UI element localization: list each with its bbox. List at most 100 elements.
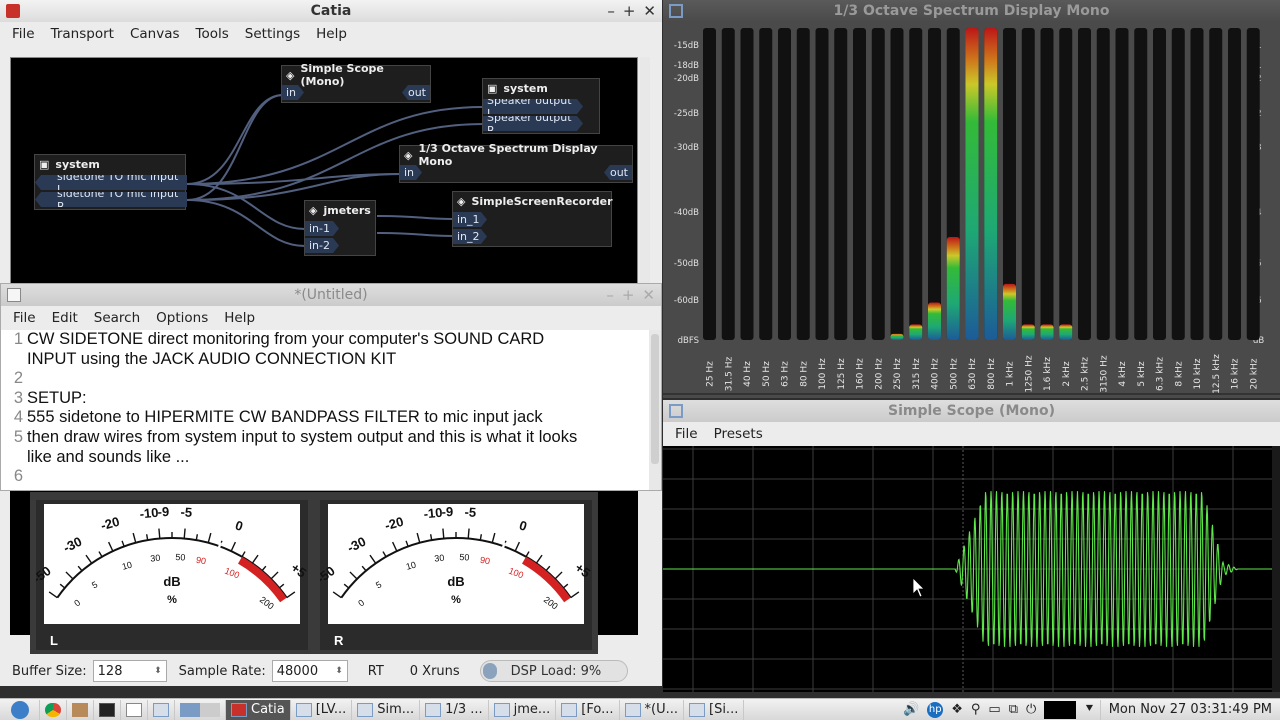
port-out[interactable]: out	[402, 85, 430, 100]
menu-presets[interactable]: Presets	[706, 426, 771, 442]
db-scale-label: -60dB	[674, 296, 699, 306]
wire[interactable]	[186, 199, 306, 247]
scope-display[interactable]	[663, 446, 1280, 692]
menu-canvas[interactable]: Canvas	[122, 26, 188, 42]
port-in-2[interactable]: in-2	[305, 238, 339, 253]
port-in-2[interactable]: in_2	[453, 229, 487, 244]
editor-line[interactable]: 5 then draw wires from system input to sy…	[1, 428, 649, 448]
editor-line[interactable]: INPUT using the JACK AUDIO CONNECTION KI…	[1, 350, 649, 370]
catia-lower-left	[0, 490, 10, 656]
menu-edit[interactable]: Edit	[44, 310, 86, 326]
tools-launcher-icon[interactable]	[67, 699, 94, 720]
editor-text-area[interactable]: 1 CW SIDETONE direct monitoring from your…	[1, 330, 649, 490]
menu-file[interactable]: File	[4, 26, 43, 42]
editor-line[interactable]: 1 CW SIDETONE direct monitoring from your…	[1, 330, 649, 350]
box-simple-scope[interactable]: ◈ Simple Scope (Mono) in out	[281, 62, 431, 103]
volume-icon[interactable]: 🔊	[903, 702, 919, 717]
port-mic-l[interactable]: sidetone TO mic input L	[35, 175, 187, 190]
editor-line[interactable]: 3 SETUP:	[1, 389, 649, 409]
taskbar-task[interactable]: Sim...	[352, 699, 421, 720]
menu-options[interactable]: Options	[148, 310, 216, 326]
taskbar-task[interactable]: jme...	[489, 699, 557, 720]
window-menu-icon[interactable]	[669, 404, 683, 418]
minimize-icon[interactable]: –	[607, 2, 615, 20]
port-out[interactable]: out	[604, 165, 632, 180]
maximize-icon[interactable]: +	[622, 286, 635, 304]
wire[interactable]	[186, 183, 306, 230]
terminal-launcher-icon[interactable]	[94, 699, 121, 720]
window-menu-icon[interactable]	[669, 4, 683, 18]
taskbar-task[interactable]: Catia	[226, 699, 291, 720]
close-icon[interactable]: ✕	[642, 286, 655, 304]
black-tray-box[interactable]	[1044, 700, 1077, 719]
menu-transport[interactable]: Transport	[43, 26, 122, 42]
menu-settings[interactable]: Settings	[237, 26, 308, 42]
catia-menubar: File Transport Canvas Tools Settings Hel…	[0, 22, 662, 46]
desktop-switcher-icon[interactable]	[175, 699, 226, 720]
close-icon[interactable]: ✕	[643, 2, 656, 20]
spectrum-titlebar[interactable]: 1/3 Octave Spectrum Display Mono	[663, 0, 1280, 22]
wire[interactable]	[376, 215, 454, 220]
db-scale-label: -50dB	[674, 259, 699, 269]
network-icon[interactable]: ⚲	[971, 702, 981, 717]
xruns-counter[interactable]: 0 Xruns	[410, 664, 460, 679]
editor-launcher-icon[interactable]	[121, 699, 148, 720]
window-launcher-icon[interactable]	[148, 699, 175, 720]
menu-file[interactable]: File	[5, 310, 44, 326]
port-speaker-l[interactable]: Speaker output L	[483, 99, 583, 114]
spectrum-band	[853, 28, 866, 340]
box-system-playback[interactable]: ▣ system Speaker output L Speaker output …	[482, 78, 600, 134]
scope-titlebar[interactable]: Simple Scope (Mono)	[663, 400, 1280, 422]
dsp-load-fill	[482, 663, 497, 679]
line-number: 1	[13, 330, 23, 348]
screen-icon[interactable]: ⧉	[1009, 702, 1018, 717]
patchbay-canvas[interactable]: ◈ Simple Scope (Mono) in out ▣ system Spea…	[10, 57, 638, 284]
port-in-1[interactable]: in-1	[305, 221, 339, 236]
wire[interactable]	[186, 94, 284, 185]
power-icon[interactable]: ⏻	[1026, 702, 1036, 717]
box-jmeters[interactable]: ◈ jmeters in-1 in-2	[304, 200, 376, 256]
canvas-scrollbar[interactable]	[640, 57, 650, 285]
chrome-launcher-icon[interactable]	[40, 699, 67, 720]
buffer-size-select[interactable]: 128 ⬍	[92, 660, 167, 682]
taskbar-task[interactable]: [LV...	[291, 699, 353, 720]
editor-scrollbar[interactable]	[649, 330, 661, 490]
menu-search[interactable]: Search	[86, 310, 148, 326]
clock[interactable]: Mon Nov 27 03:31:49 PM	[1101, 702, 1280, 717]
meter-scale-label: -5	[180, 504, 192, 520]
line-number: 4	[13, 408, 23, 427]
catia-titlebar[interactable]: Catia – + ✕	[0, 0, 662, 22]
taskbar-task[interactable]: *(U...	[620, 699, 684, 720]
editor-line[interactable]: 6	[1, 467, 649, 487]
wire[interactable]	[376, 232, 454, 237]
task-label: jme...	[513, 702, 551, 717]
hp-icon[interactable]: hp	[927, 701, 944, 718]
wire[interactable]	[186, 173, 402, 201]
frequency-label: 25 Hz	[706, 361, 716, 387]
menu-file[interactable]: File	[667, 426, 706, 442]
dropbox-icon[interactable]: ❖	[951, 702, 963, 717]
box-spectrum[interactable]: ◈ 1/3 Octave Spectrum Display Mono in out	[399, 142, 633, 183]
editor-titlebar[interactable]: *(Untitled) – + ✕	[1, 284, 661, 306]
minimize-icon[interactable]: –	[606, 286, 614, 304]
port-speaker-r[interactable]: Speaker output R	[483, 116, 583, 131]
menu-help[interactable]: Help	[216, 310, 263, 326]
editor-line[interactable]: 4 555 sidetone to HIPERMITE CW BANDPASS F…	[1, 408, 649, 428]
sample-rate-select[interactable]: 48000 ⬍	[271, 660, 348, 682]
battery-icon[interactable]: ▭	[988, 702, 1000, 717]
port-mic-r[interactable]: sidetone TO mic input R	[35, 192, 187, 207]
menu-help[interactable]: Help	[308, 26, 355, 42]
start-menu-icon[interactable]	[0, 699, 40, 720]
maximize-icon[interactable]: +	[623, 2, 636, 20]
taskbar-task[interactable]: [Si...	[684, 699, 745, 720]
taskbar-task[interactable]: 1/3 ...	[420, 699, 489, 720]
frequency-label: 40 Hz	[743, 361, 753, 387]
wifi-icon[interactable]: ⯆	[1084, 702, 1094, 717]
menu-tools[interactable]: Tools	[188, 26, 237, 42]
box-screen-recorder[interactable]: ◈ SimpleScreenRecorder in_1 in_2	[452, 191, 613, 247]
editor-line[interactable]: like and sounds like ...	[1, 448, 649, 468]
box-system-capture[interactable]: ▣ system sidetone TO mic input L sidetone…	[34, 154, 187, 210]
port-in-1[interactable]: in_1	[453, 212, 487, 227]
taskbar-task[interactable]: [Fo...	[556, 699, 620, 720]
editor-line[interactable]: 2	[1, 369, 649, 389]
